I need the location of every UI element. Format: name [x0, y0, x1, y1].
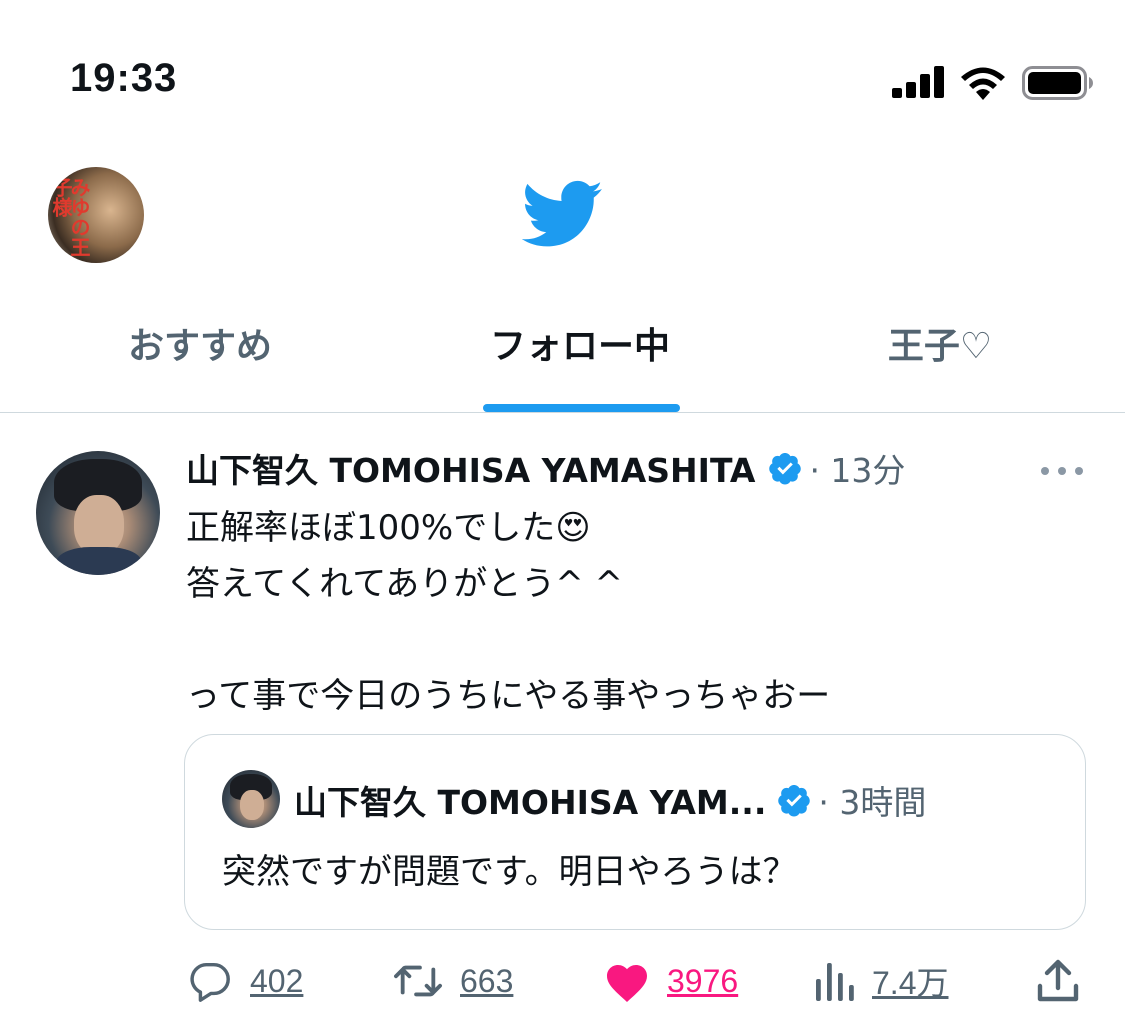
signal-icon	[892, 66, 944, 98]
like-button[interactable]: 3976	[603, 955, 738, 1007]
tweet-time: · 13分	[809, 451, 906, 490]
reply-icon	[190, 962, 230, 1002]
retweet-button[interactable]: 663	[392, 955, 513, 1007]
like-count: 3976	[667, 962, 739, 999]
twitter-bird-icon[interactable]	[522, 180, 604, 250]
more-options-icon[interactable]	[1040, 466, 1084, 476]
retweet-icon	[394, 965, 442, 997]
wifi-icon	[961, 67, 1005, 100]
author-avatar[interactable]	[36, 451, 160, 575]
reply-count: 402	[250, 962, 304, 999]
tab-recommended[interactable]: おすすめ	[90, 322, 310, 372]
views-button[interactable]: 7.4万	[814, 955, 949, 1007]
tab-list-prince[interactable]: 王子♡	[840, 322, 1040, 372]
share-button[interactable]	[1036, 955, 1080, 1007]
heart-filled-icon	[607, 965, 647, 1002]
quoted-author-avatar	[222, 770, 280, 828]
quoted-tweet-text: 突然ですが問題です。明日やろうは？	[222, 852, 797, 892]
status-time: 19:33	[70, 56, 178, 100]
active-tab-indicator	[483, 404, 680, 412]
quoted-tweet-time: · 3時間	[818, 783, 927, 822]
tweet-text: 正解率ほぼ100%でした😍 答えてくれてありがとう^ ^ って事で今日のうちにや…	[186, 508, 831, 716]
share-icon	[1037, 959, 1079, 1002]
retweet-count: 663	[460, 962, 514, 999]
tab-following[interactable]: フォロー中	[460, 322, 700, 372]
quoted-tweet-header: 山下智久 TOMOHISA YAM... · 3時間	[294, 774, 1054, 826]
my-avatar[interactable]: みゆの王子様	[48, 167, 144, 263]
quoted-author-name: 山下智久 TOMOHISA YAM...	[294, 783, 767, 822]
tabs-divider	[0, 412, 1125, 413]
verified-badge-icon	[769, 453, 802, 485]
battery-icon	[1022, 66, 1093, 100]
verified-badge-icon	[778, 785, 811, 817]
analytics-icon	[816, 963, 854, 1001]
reply-button[interactable]: 402	[186, 955, 303, 1007]
tweet-header: 山下智久 TOMOHISA YAMASHITA · 13分	[186, 442, 1016, 494]
view-count: 7.4万	[872, 965, 949, 1001]
avatar-text: みゆの王子様	[49, 177, 91, 257]
author-name[interactable]: 山下智久 TOMOHISA YAMASHITA	[186, 444, 755, 492]
quoted-tweet[interactable]	[184, 734, 1086, 930]
